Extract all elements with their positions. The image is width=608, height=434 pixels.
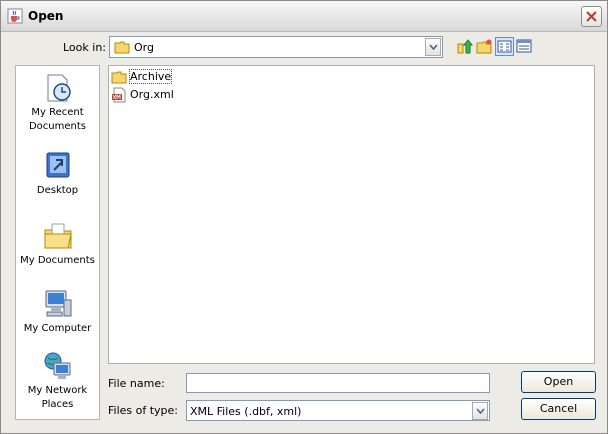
look-in-combo[interactable]: Org xyxy=(109,36,443,58)
up-one-level-icon xyxy=(457,39,474,54)
place-label: My Recent Documents xyxy=(28,107,87,132)
place-my-documents[interactable]: My Documents xyxy=(16,220,99,268)
place-label: Desktop xyxy=(36,185,79,196)
create-new-folder-button[interactable] xyxy=(475,37,494,56)
file-name: Archive xyxy=(128,69,173,84)
place-label: My Computer xyxy=(23,323,92,334)
folder-icon xyxy=(114,41,130,54)
place-label: My Network Places xyxy=(27,385,88,410)
place-label: My Documents xyxy=(20,255,95,266)
files-of-type-dropdown-button[interactable] xyxy=(472,402,488,420)
chevron-down-icon xyxy=(476,408,485,414)
open-dialog: Open Look in: Org My Recent Documents De… xyxy=(0,0,608,434)
places-bar: My Recent Documents Desktop My Documents xyxy=(15,65,100,420)
java-cup-icon xyxy=(7,8,23,24)
network-places-icon xyxy=(44,352,70,379)
open-button[interactable]: Open xyxy=(521,371,596,393)
place-desktop[interactable]: Desktop xyxy=(16,150,99,198)
file-name-label: File name: xyxy=(108,377,165,390)
files-of-type-label: Files of type: xyxy=(108,404,179,417)
close-button[interactable] xyxy=(581,6,602,27)
files-of-type-combo[interactable]: XML Files (.dbf, xml) xyxy=(186,400,490,421)
my-documents-icon xyxy=(44,223,72,249)
close-icon xyxy=(586,11,597,22)
place-my-computer[interactable]: My Computer xyxy=(16,288,99,336)
xml-file-icon xyxy=(112,87,126,103)
create-new-folder-icon xyxy=(476,39,492,54)
recent-documents-icon xyxy=(47,74,71,102)
file-name: Org.xml xyxy=(130,88,174,101)
place-recent-documents[interactable]: My Recent Documents xyxy=(16,72,99,134)
folder-icon xyxy=(111,71,127,84)
place-network-places[interactable]: My Network Places xyxy=(16,350,99,412)
up-one-level-button[interactable] xyxy=(455,37,474,56)
look-in-value: Org xyxy=(134,41,154,54)
details-view-button[interactable] xyxy=(515,37,534,56)
list-view-icon xyxy=(497,40,512,53)
file-name-input[interactable] xyxy=(186,373,490,393)
cancel-button[interactable]: Cancel xyxy=(521,398,596,420)
window-title: Open xyxy=(28,9,64,23)
my-computer-icon xyxy=(45,290,71,317)
look-in-dropdown-button[interactable] xyxy=(425,38,441,56)
list-view-button[interactable] xyxy=(495,37,514,56)
look-in-label: Look in: xyxy=(63,41,106,54)
title-bar[interactable]: Open xyxy=(1,1,607,32)
file-list[interactable]: Archive Org.xml xyxy=(108,65,595,364)
chevron-down-icon xyxy=(429,44,438,50)
details-view-icon xyxy=(516,39,532,53)
desktop-icon xyxy=(46,152,69,178)
files-of-type-value: XML Files (.dbf, xml) xyxy=(190,405,302,418)
